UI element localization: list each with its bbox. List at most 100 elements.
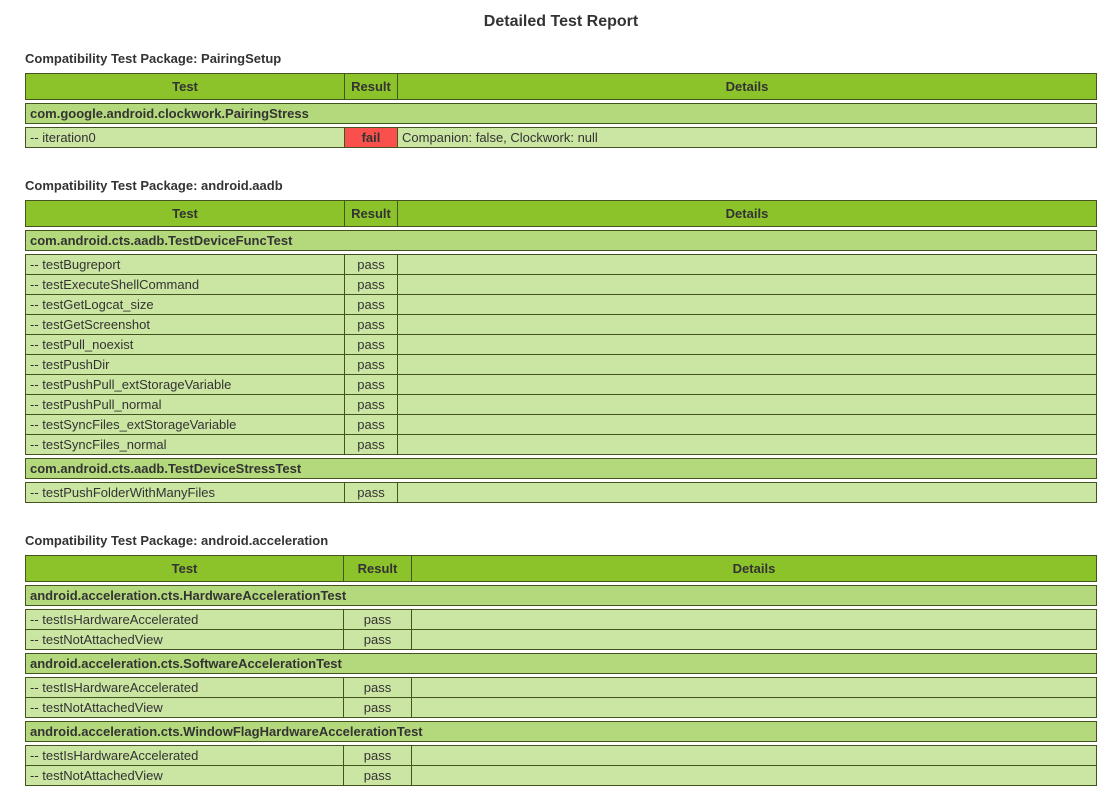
test-name-cell: -- testPushPull_normal bbox=[26, 395, 345, 415]
test-row: -- testNotAttachedViewpass bbox=[26, 630, 1097, 650]
test-details-cell bbox=[412, 766, 1097, 786]
class-row: com.google.android.clockwork.PairingStre… bbox=[26, 104, 1097, 124]
test-result-cell: pass bbox=[345, 275, 398, 295]
test-details-cell bbox=[398, 295, 1097, 315]
detailed-test-report: Detailed Test Report Compatibility Test … bbox=[0, 0, 1116, 810]
results-header-table: TestResultDetails bbox=[25, 555, 1097, 582]
test-result-cell: pass bbox=[344, 698, 412, 718]
class-name-cell: com.android.cts.aadb.TestDeviceFuncTest bbox=[26, 231, 1097, 251]
test-name-cell: -- testSyncFiles_normal bbox=[26, 435, 345, 455]
test-details-cell bbox=[398, 355, 1097, 375]
col-header-test: Test bbox=[26, 556, 344, 582]
test-package-section: Compatibility Test Package: android.acce… bbox=[25, 533, 1097, 786]
test-details-cell bbox=[398, 315, 1097, 335]
test-details-cell bbox=[398, 415, 1097, 435]
test-result-cell: pass bbox=[344, 630, 412, 650]
col-header-test: Test bbox=[26, 201, 345, 227]
test-result-cell: pass bbox=[344, 746, 412, 766]
test-name-cell: -- testGetLogcat_size bbox=[26, 295, 345, 315]
test-name-cell: -- testNotAttachedView bbox=[26, 698, 344, 718]
test-row: -- testNotAttachedViewpass bbox=[26, 698, 1097, 718]
test-details-cell bbox=[398, 483, 1097, 503]
test-result-cell: pass bbox=[345, 483, 398, 503]
test-details-cell bbox=[398, 395, 1097, 415]
test-row: -- testPushFolderWithManyFilespass bbox=[26, 483, 1097, 503]
test-result-cell: pass bbox=[345, 355, 398, 375]
class-name-cell: com.android.cts.aadb.TestDeviceStressTes… bbox=[26, 459, 1097, 479]
test-result-cell: pass bbox=[344, 678, 412, 698]
test-result-cell: pass bbox=[345, 315, 398, 335]
class-row: com.android.cts.aadb.TestDeviceFuncTest bbox=[26, 231, 1097, 251]
test-row: -- testGetLogcat_sizepass bbox=[26, 295, 1097, 315]
test-details-cell bbox=[398, 435, 1097, 455]
test-row: -- testIsHardwareAcceleratedpass bbox=[26, 610, 1097, 630]
test-details-cell bbox=[412, 678, 1097, 698]
section-heading: Compatibility Test Package: PairingSetup bbox=[25, 51, 1097, 66]
header-row: TestResultDetails bbox=[26, 201, 1097, 227]
test-result-cell: pass bbox=[345, 255, 398, 275]
test-row: -- testIsHardwareAcceleratedpass bbox=[26, 678, 1097, 698]
test-name-cell: -- testIsHardwareAccelerated bbox=[26, 610, 344, 630]
class-row-table: com.google.android.clockwork.PairingStre… bbox=[25, 103, 1097, 124]
test-details-cell bbox=[398, 335, 1097, 355]
test-row: -- testPushPull_normalpass bbox=[26, 395, 1097, 415]
test-rows-table: -- iteration0failCompanion: false, Clock… bbox=[25, 127, 1097, 148]
results-header-table: TestResultDetails bbox=[25, 200, 1097, 227]
class-row-table: com.android.cts.aadb.TestDeviceStressTes… bbox=[25, 458, 1097, 479]
class-row: android.acceleration.cts.WindowFlagHardw… bbox=[26, 722, 1097, 742]
test-rows-table: -- testIsHardwareAcceleratedpass-- testN… bbox=[25, 609, 1097, 650]
class-row: android.acceleration.cts.HardwareAcceler… bbox=[26, 586, 1097, 606]
class-name-cell: android.acceleration.cts.WindowFlagHardw… bbox=[26, 722, 1097, 742]
test-rows-table: -- testIsHardwareAcceleratedpass-- testN… bbox=[25, 745, 1097, 786]
col-header-details: Details bbox=[398, 201, 1097, 227]
test-rows-table: -- testPushFolderWithManyFilespass bbox=[25, 482, 1097, 503]
test-row: -- testGetScreenshotpass bbox=[26, 315, 1097, 335]
test-result-cell: pass bbox=[345, 435, 398, 455]
test-details-cell: Companion: false, Clockwork: null bbox=[398, 128, 1097, 148]
test-package-section: Compatibility Test Package: PairingSetup… bbox=[25, 51, 1097, 148]
test-result-cell: pass bbox=[345, 295, 398, 315]
test-result-cell: pass bbox=[345, 395, 398, 415]
test-row: -- testPull_noexistpass bbox=[26, 335, 1097, 355]
test-name-cell: -- testPushPull_extStorageVariable bbox=[26, 375, 345, 395]
col-header-result: Result bbox=[345, 74, 398, 100]
test-result-cell: pass bbox=[345, 415, 398, 435]
header-row: TestResultDetails bbox=[26, 74, 1097, 100]
test-details-cell bbox=[398, 375, 1097, 395]
test-name-cell: -- testPushDir bbox=[26, 355, 345, 375]
test-package-section: Compatibility Test Package: android.aadb… bbox=[25, 178, 1097, 503]
test-row: -- testIsHardwareAcceleratedpass bbox=[26, 746, 1097, 766]
test-details-cell bbox=[412, 698, 1097, 718]
test-name-cell: -- testIsHardwareAccelerated bbox=[26, 678, 344, 698]
test-row: -- testExecuteShellCommandpass bbox=[26, 275, 1097, 295]
test-row: -- testBugreportpass bbox=[26, 255, 1097, 275]
test-row: -- testPushDirpass bbox=[26, 355, 1097, 375]
class-name-cell: com.google.android.clockwork.PairingStre… bbox=[26, 104, 1097, 124]
col-header-details: Details bbox=[412, 556, 1097, 582]
class-row: android.acceleration.cts.SoftwareAcceler… bbox=[26, 654, 1097, 674]
col-header-details: Details bbox=[398, 74, 1097, 100]
section-heading: Compatibility Test Package: android.acce… bbox=[25, 533, 1097, 548]
class-row-table: android.acceleration.cts.HardwareAcceler… bbox=[25, 585, 1097, 606]
class-name-cell: android.acceleration.cts.HardwareAcceler… bbox=[26, 586, 1097, 606]
test-result-cell: pass bbox=[345, 335, 398, 355]
test-details-cell bbox=[412, 630, 1097, 650]
test-details-cell bbox=[412, 610, 1097, 630]
header-row: TestResultDetails bbox=[26, 556, 1097, 582]
test-row: -- testNotAttachedViewpass bbox=[26, 766, 1097, 786]
test-name-cell: -- iteration0 bbox=[26, 128, 345, 148]
test-details-cell bbox=[398, 255, 1097, 275]
test-row: -- testPushPull_extStorageVariablepass bbox=[26, 375, 1097, 395]
test-details-cell bbox=[398, 275, 1097, 295]
test-result-cell: pass bbox=[345, 375, 398, 395]
class-row: com.android.cts.aadb.TestDeviceStressTes… bbox=[26, 459, 1097, 479]
col-header-test: Test bbox=[26, 74, 345, 100]
class-row-table: android.acceleration.cts.SoftwareAcceler… bbox=[25, 653, 1097, 674]
test-rows-table: -- testIsHardwareAcceleratedpass-- testN… bbox=[25, 677, 1097, 718]
class-row-table: com.android.cts.aadb.TestDeviceFuncTest bbox=[25, 230, 1097, 251]
test-name-cell: -- testPull_noexist bbox=[26, 335, 345, 355]
test-name-cell: -- testNotAttachedView bbox=[26, 630, 344, 650]
test-name-cell: -- testIsHardwareAccelerated bbox=[26, 746, 344, 766]
test-row: -- testSyncFiles_normalpass bbox=[26, 435, 1097, 455]
page-title: Detailed Test Report bbox=[25, 13, 1097, 31]
